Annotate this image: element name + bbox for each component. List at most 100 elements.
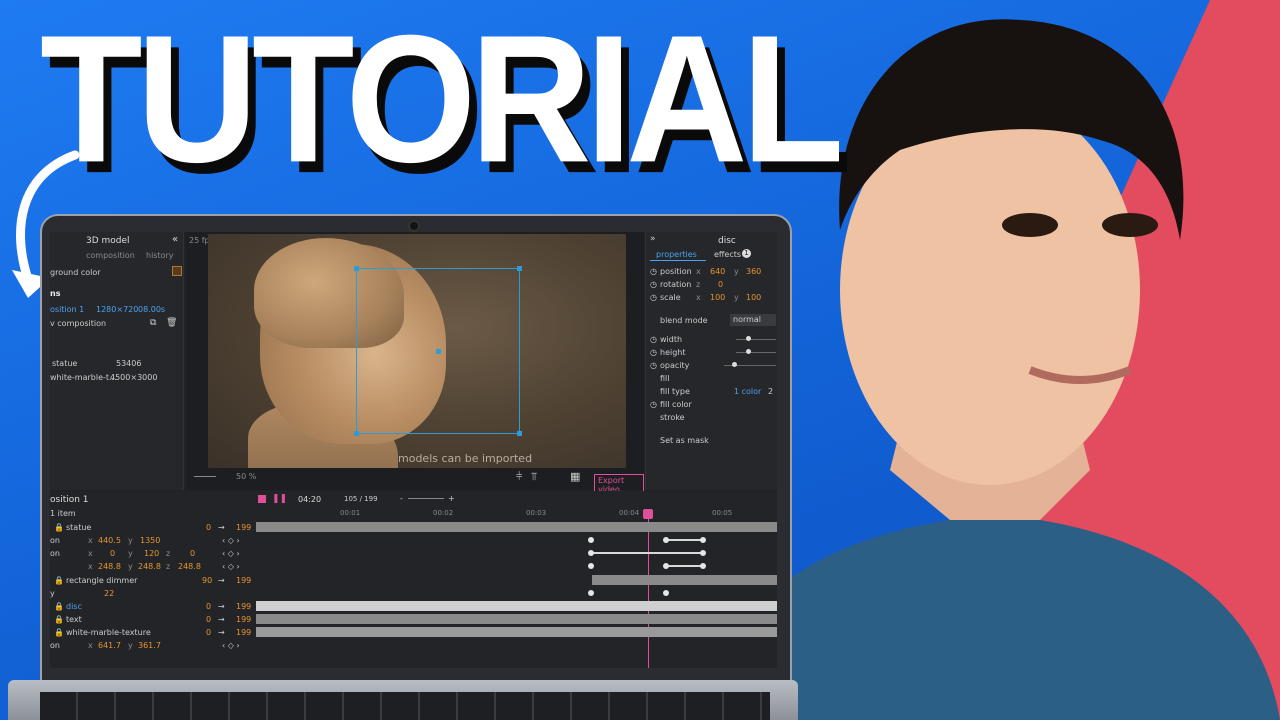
layer-track-bar[interactable]: [256, 614, 777, 624]
layer-track-bar[interactable]: [592, 575, 777, 585]
layer-name[interactable]: text: [66, 615, 82, 624]
width-slider[interactable]: [736, 339, 776, 340]
keyframe[interactable]: [700, 563, 706, 569]
resize-handle[interactable]: [354, 266, 359, 271]
resize-handle[interactable]: [517, 431, 522, 436]
keyframe[interactable]: [588, 590, 594, 596]
keyframe[interactable]: [700, 537, 706, 543]
layer-in[interactable]: 0: [206, 523, 211, 532]
stopwatch-icon[interactable]: ◷: [650, 400, 657, 409]
prop-x[interactable]: 0: [110, 549, 115, 558]
zoom-out-button[interactable]: -: [400, 494, 403, 503]
layer-track-bar[interactable]: [256, 522, 777, 532]
layer-name-selected[interactable]: disc: [66, 602, 82, 611]
stop-button[interactable]: [258, 495, 266, 503]
resize-handle[interactable]: [354, 431, 359, 436]
zoom-slider[interactable]: [194, 476, 216, 477]
prop-y[interactable]: 248.8: [138, 562, 161, 571]
slider-knob[interactable]: [732, 362, 737, 367]
stopwatch-icon[interactable]: ◷: [650, 335, 657, 344]
fill-type-value[interactable]: 1 color: [734, 387, 761, 396]
asset-name[interactable]: white-marble-t...: [50, 373, 117, 382]
keyframe[interactable]: [700, 550, 706, 556]
copy-icon[interactable]: ⧉: [150, 318, 156, 328]
layer-out[interactable]: 199: [236, 628, 251, 637]
prop-x[interactable]: 440.5: [98, 536, 121, 545]
keyframe-nav-icon[interactable]: ‹ ◇ ›: [222, 641, 240, 650]
anchor-point[interactable]: [436, 349, 441, 354]
layer-out[interactable]: 199: [236, 576, 251, 585]
tab-composition[interactable]: composition: [86, 251, 135, 260]
fill-type-extra[interactable]: 2: [768, 387, 773, 396]
lock-icon[interactable]: 🔒: [54, 523, 64, 532]
layer-name[interactable]: white-marble-texture: [66, 628, 151, 637]
keyframe[interactable]: [663, 537, 669, 543]
position-x[interactable]: 640: [710, 267, 725, 276]
set-as-mask-button[interactable]: Set as mask: [660, 436, 709, 445]
distribute-icon[interactable]: ⫪: [531, 470, 537, 484]
tab-effects[interactable]: effects: [714, 250, 741, 259]
stopwatch-icon[interactable]: ◷: [650, 267, 657, 276]
tab-properties[interactable]: properties: [656, 250, 697, 259]
layer-name[interactable]: rectangle dimmer: [66, 576, 137, 585]
layer-in[interactable]: 0: [206, 615, 211, 624]
zoom-in-button[interactable]: +: [448, 494, 455, 503]
slider-knob[interactable]: [746, 349, 751, 354]
layer-in[interactable]: 0: [206, 628, 211, 637]
layer-in[interactable]: 0: [206, 602, 211, 611]
lock-icon[interactable]: 🔒: [54, 602, 64, 611]
position-y[interactable]: 360: [746, 267, 761, 276]
blend-mode-select[interactable]: normal: [730, 314, 776, 326]
pause-button[interactable]: ❚❚: [272, 494, 287, 504]
prop-z[interactable]: 248.8: [178, 562, 201, 571]
height-slider[interactable]: [736, 352, 776, 353]
lock-icon[interactable]: 🔒: [54, 615, 64, 624]
timeline-zoom-slider[interactable]: [408, 498, 444, 499]
stopwatch-icon[interactable]: ◷: [650, 293, 657, 302]
layer-track-bar[interactable]: [256, 627, 777, 637]
grid-icon[interactable]: ▦: [570, 470, 580, 483]
layer-out[interactable]: 199: [236, 523, 251, 532]
align-icon[interactable]: ⫩: [516, 470, 522, 484]
prop-y[interactable]: 1350: [140, 536, 160, 545]
slider-knob[interactable]: [746, 336, 751, 341]
layer-in[interactable]: 90: [202, 576, 212, 585]
layer-name[interactable]: statue: [66, 523, 91, 532]
keyframe[interactable]: [663, 590, 669, 596]
keyframe[interactable]: [588, 563, 594, 569]
asset-name[interactable]: statue: [52, 359, 77, 368]
keyframe-nav-icon[interactable]: ‹ ◇ ›: [222, 549, 240, 558]
lock-icon[interactable]: 🔒: [54, 576, 64, 585]
scale-y[interactable]: 100: [746, 293, 761, 302]
lock-icon[interactable]: 🔒: [54, 628, 64, 637]
selection-box[interactable]: [354, 266, 522, 436]
keyframe-nav-icon[interactable]: ‹ ◇ ›: [222, 536, 240, 545]
layer-out[interactable]: 199: [236, 615, 251, 624]
stopwatch-icon[interactable]: ◷: [650, 280, 657, 289]
prop-x[interactable]: 248.8: [98, 562, 121, 571]
stopwatch-icon[interactable]: ◷: [650, 361, 657, 370]
layer-track-bar[interactable]: [256, 601, 777, 611]
prop-x[interactable]: 641.7: [98, 641, 121, 650]
video-preview[interactable]: models can be imported: [208, 234, 626, 468]
prop-z[interactable]: 0: [190, 549, 195, 558]
resize-handle[interactable]: [517, 266, 522, 271]
new-composition-button[interactable]: v composition: [50, 319, 106, 328]
prop-y[interactable]: 361.7: [138, 641, 161, 650]
keyframe[interactable]: [588, 550, 594, 556]
rotation-z[interactable]: 0: [718, 280, 723, 289]
tab-history[interactable]: history: [146, 251, 174, 260]
keyframe[interactable]: [588, 537, 594, 543]
double-chevron-left-icon[interactable]: «: [172, 234, 178, 245]
color-swatch[interactable]: [172, 266, 182, 276]
scale-x[interactable]: 100: [710, 293, 725, 302]
prop-value[interactable]: 22: [104, 589, 114, 598]
prop-y[interactable]: 120: [144, 549, 159, 558]
composition-name[interactable]: osition 1: [50, 305, 84, 314]
keyframe[interactable]: [663, 563, 669, 569]
trash-icon[interactable]: 🗑: [166, 318, 177, 328]
keyframe-nav-icon[interactable]: ‹ ◇ ›: [222, 562, 240, 571]
double-chevron-right-icon[interactable]: »: [650, 234, 656, 244]
layer-out[interactable]: 199: [236, 602, 251, 611]
stopwatch-icon[interactable]: ◷: [650, 348, 657, 357]
